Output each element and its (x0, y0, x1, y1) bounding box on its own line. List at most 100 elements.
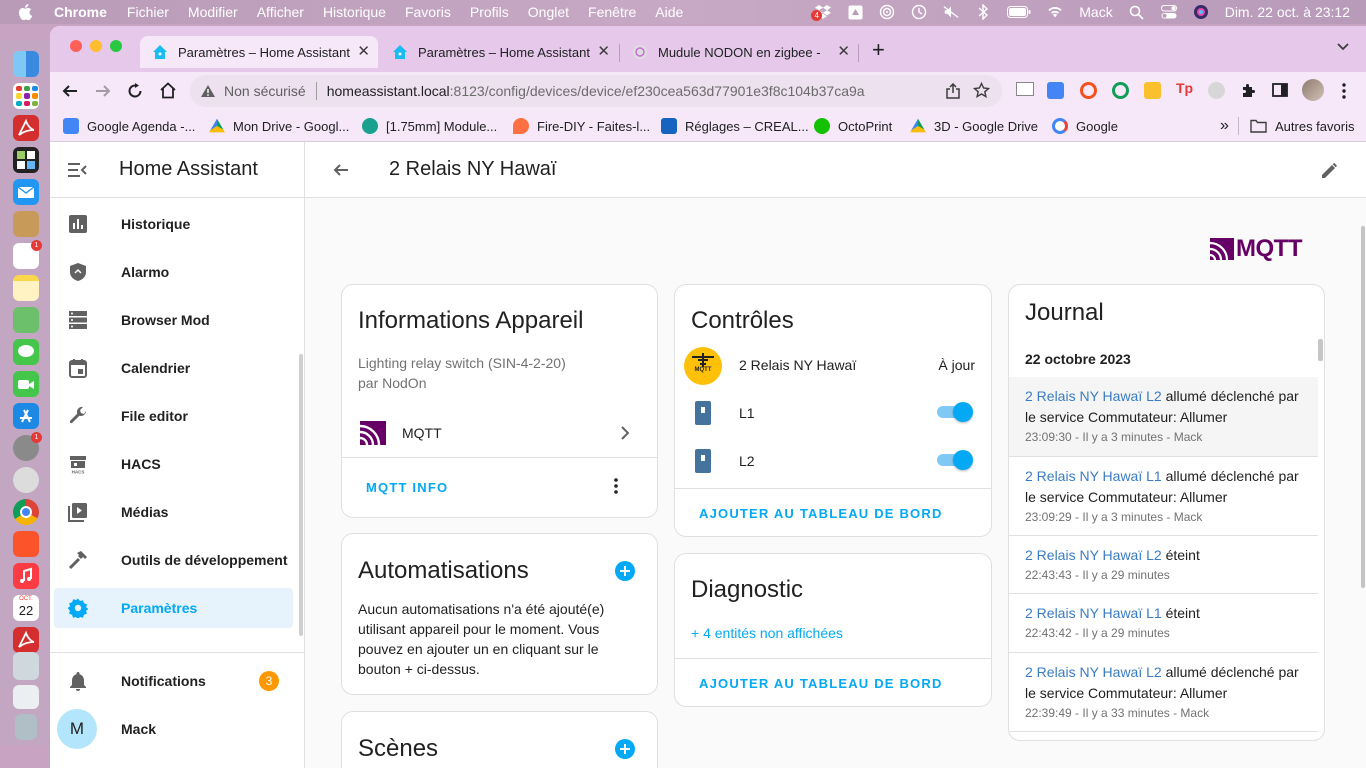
more-bookmarks-button[interactable]: » (1220, 110, 1229, 142)
acrobat-icon[interactable] (13, 115, 39, 141)
grammar-extension-icon[interactable] (1112, 82, 1129, 99)
mission-control-icon[interactable] (13, 147, 39, 173)
tab-home-assistant-2[interactable]: Paramètres – Home Assistant ✕ (380, 36, 618, 68)
dropbox-icon[interactable]: 4 (811, 4, 832, 21)
window-zoom-button[interactable] (110, 40, 122, 52)
launchpad-icon[interactable] (13, 83, 39, 109)
tab-nodon-zigbee[interactable]: Mudule NODON en zigbee - E ✕ (620, 36, 858, 68)
time-machine-icon[interactable] (911, 4, 927, 20)
bookmark-octoprint[interactable]: OctoPrint (814, 110, 892, 142)
maps-icon[interactable] (13, 307, 39, 333)
bookmark-fire-diy[interactable]: Fire-DIY - Faites-l... (513, 110, 650, 142)
edit-pencil-icon[interactable] (1321, 161, 1339, 179)
reload-icon[interactable] (127, 83, 143, 99)
mqtt-info-button[interactable]: MQTT INFO (366, 480, 448, 495)
sidebar-item-historique[interactable]: Historique (54, 204, 293, 244)
bookmark-google[interactable]: Google (1052, 110, 1118, 142)
logbook-entity-link[interactable]: 2 Relais NY Hawaï L1 (1025, 605, 1162, 621)
logbook-entity-link[interactable]: 2 Relais NY Hawaï L2 (1025, 388, 1162, 404)
contacts-icon[interactable] (13, 211, 39, 237)
documents-stack-icon[interactable] (13, 685, 39, 709)
gmail-checker-extension-icon[interactable] (1016, 82, 1034, 96)
tab-close-icon[interactable]: ✕ (597, 42, 610, 60)
share-icon[interactable] (946, 83, 960, 99)
home-icon[interactable] (159, 82, 177, 99)
add-to-dashboard-button[interactable]: AJOUTER AU TABLEAU DE BORD (699, 676, 943, 691)
add-automation-icon[interactable] (615, 561, 635, 581)
sidebar-item-file-editor[interactable]: File editor (54, 396, 293, 436)
switch-row-l1[interactable]: L1 (675, 391, 991, 435)
disabled-extension-icon[interactable] (1208, 82, 1225, 99)
back-arrow-icon[interactable] (62, 83, 78, 99)
control-center-icon[interactable] (1160, 4, 1177, 20)
extensions-puzzle-icon[interactable] (1240, 82, 1257, 99)
logbook-scrollbar[interactable] (1318, 339, 1323, 361)
tp-extension-icon[interactable]: Tp (1176, 80, 1193, 96)
forward-arrow-icon[interactable] (95, 83, 111, 99)
sidebar-item-medias[interactable]: Médias (54, 492, 293, 532)
music-icon[interactable] (13, 563, 39, 589)
menubar-user[interactable]: Mack (1079, 4, 1112, 20)
facetime-icon[interactable] (13, 371, 39, 397)
logbook-entity-link[interactable]: 2 Relais NY Hawaï L2 (1025, 547, 1162, 563)
security-status[interactable]: Non sécurisé (224, 83, 306, 99)
switch-toggle-l2[interactable] (935, 450, 973, 470)
bookmark-google-agenda[interactable]: Google Agenda -... (63, 110, 195, 142)
trash-icon[interactable] (15, 714, 37, 740)
profile-avatar[interactable] (1302, 79, 1324, 101)
sidebar-item-calendrier[interactable]: Calendrier (54, 348, 293, 388)
notes-icon[interactable] (13, 275, 39, 301)
bookmark-star-icon[interactable] (973, 82, 990, 99)
switch-row-l2[interactable]: L2 (675, 439, 991, 483)
sidebar-item-outils-de-developpement[interactable]: Outils de développement (54, 540, 293, 580)
integration-row[interactable]: MQTT (342, 411, 657, 455)
tab-close-icon[interactable]: ✕ (357, 42, 370, 60)
address-bar[interactable]: Non sécurisé homeassistant.local:8123/co… (190, 75, 1002, 107)
tab-search-chevron-icon[interactable] (1336, 42, 1350, 52)
window-minimize-button[interactable] (90, 40, 102, 52)
google-translate-extension-icon[interactable] (1047, 82, 1064, 99)
logbook-entity-link[interactable]: 2 Relais NY Hawaï L2 (1025, 664, 1162, 680)
side-panel-icon[interactable] (1272, 82, 1288, 98)
menu-onglet[interactable]: Onglet (528, 4, 569, 20)
menu-app-name[interactable]: Chrome (54, 4, 107, 20)
window-close-button[interactable] (70, 40, 82, 52)
sidebar-item-browser-mod[interactable]: Browser Mod (54, 300, 293, 340)
preview-icon[interactable] (13, 652, 39, 680)
sidebar-item-parametres[interactable]: Paramètres (54, 588, 293, 628)
add-to-dashboard-button[interactable]: AJOUTER AU TABLEAU DE BORD (699, 506, 943, 521)
siri-icon[interactable] (1193, 4, 1209, 20)
menu-fichier[interactable]: Fichier (127, 4, 169, 20)
menu-favoris[interactable]: Favoris (405, 4, 451, 20)
bookmark-mon-drive[interactable]: Mon Drive - Googl... (209, 110, 349, 142)
switch-toggle-l1[interactable] (935, 402, 973, 422)
brave-icon[interactable] (13, 531, 39, 557)
menu-afficher[interactable]: Afficher (257, 4, 304, 20)
messages-icon[interactable] (13, 339, 39, 365)
menu-fenetre[interactable]: Fenêtre (588, 4, 636, 20)
mail-icon[interactable] (13, 179, 39, 205)
page-scrollbar[interactable] (1361, 226, 1365, 588)
system-settings-icon[interactable]: 1 (13, 432, 42, 461)
reminders-icon[interactable]: 1 (13, 240, 42, 269)
menu-profils[interactable]: Profils (470, 4, 509, 20)
sidebar-item-user[interactable]: M Mack (54, 709, 293, 749)
colorzilla-extension-icon[interactable] (1080, 82, 1097, 99)
menu-modifier[interactable]: Modifier (188, 4, 238, 20)
safari-icon[interactable] (13, 467, 39, 493)
chrome-menu-icon[interactable] (1342, 83, 1346, 99)
bookmark-reglages-creality[interactable]: Réglages – CREAL... (661, 110, 809, 142)
mute-icon[interactable] (943, 4, 959, 20)
sidebar-item-hacs[interactable]: HACS HACS (54, 444, 293, 484)
logbook-entity-link[interactable]: 2 Relais NY Hawaï L1 (1025, 468, 1162, 484)
keep-extension-icon[interactable] (1144, 82, 1161, 99)
drive-upload-icon[interactable] (847, 4, 863, 20)
spotlight-icon[interactable] (1129, 4, 1145, 20)
wifi-icon[interactable] (1047, 4, 1063, 20)
sidebar-item-notifications[interactable]: Notifications 3 (54, 661, 293, 701)
bluetooth-icon[interactable] (975, 4, 991, 20)
apple-icon[interactable] (18, 4, 32, 20)
menu-historique[interactable]: Historique (323, 4, 386, 20)
bookmark-module[interactable]: [1.75mm] Module... (362, 110, 497, 142)
tab-home-assistant-1[interactable]: Paramètres – Home Assistant ✕ (140, 36, 378, 68)
